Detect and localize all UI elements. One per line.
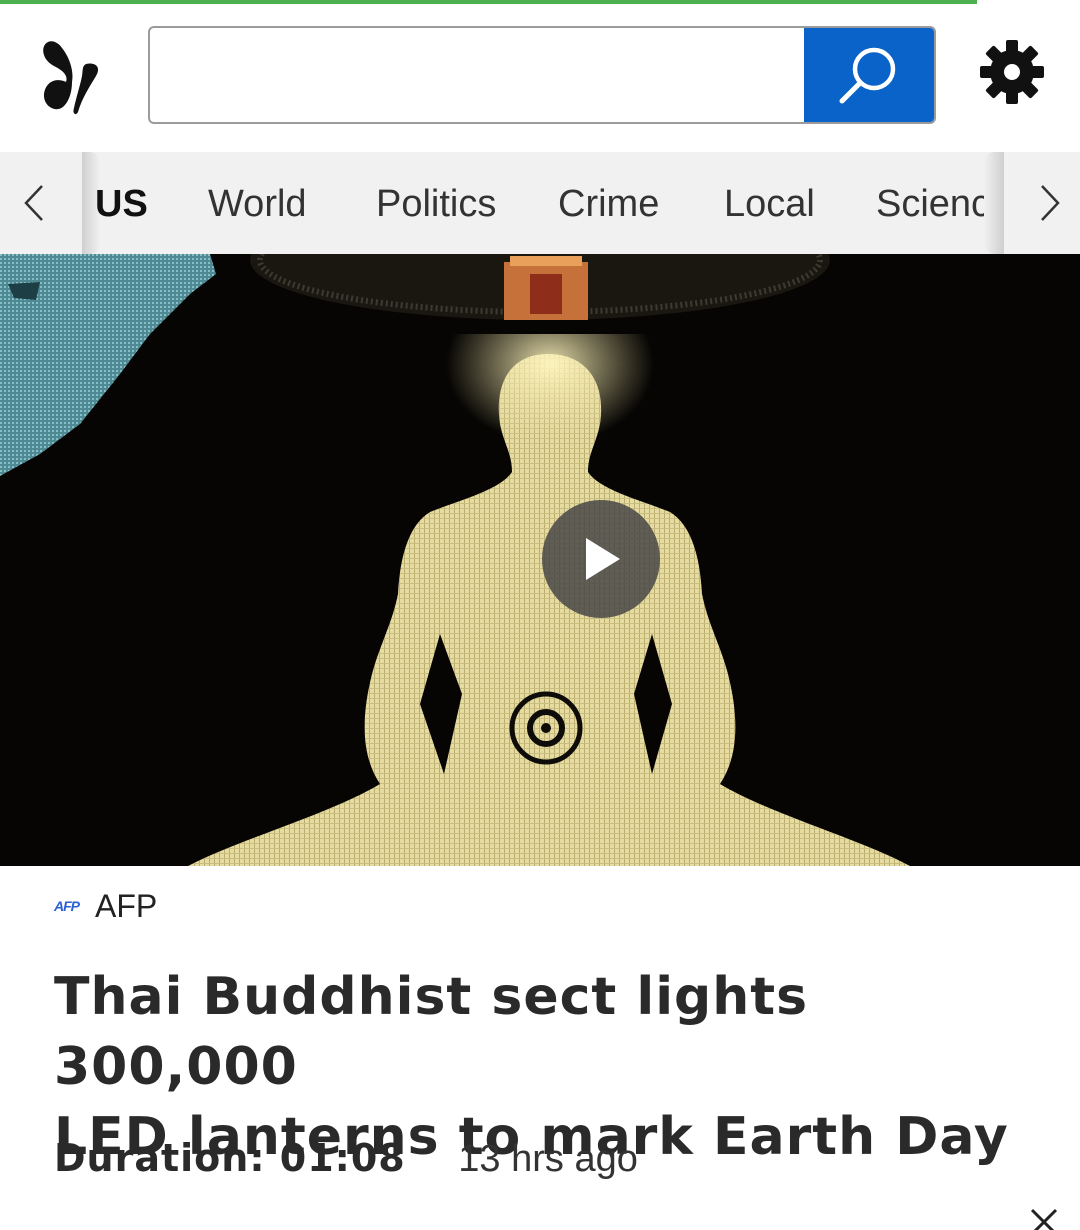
- butterfly-logo-icon[interactable]: [38, 36, 108, 116]
- nav-tabs: US World Politics Crime Local Science: [95, 152, 1003, 254]
- nav-fade-right: [984, 152, 1004, 254]
- category-nav: US World Politics Crime Local Science: [0, 152, 1080, 254]
- publish-age: 13 hrs ago: [458, 1138, 638, 1180]
- article-meta: Duration: 01:08 13 hrs ago: [54, 1134, 638, 1183]
- search-icon: [839, 47, 896, 104]
- source-name: AFP: [95, 887, 158, 924]
- tab-crime[interactable]: Crime: [558, 182, 659, 226]
- gear-icon[interactable]: [978, 38, 1046, 106]
- article-source[interactable]: AFP AFP: [54, 886, 157, 926]
- header: [0, 0, 1080, 152]
- tab-world[interactable]: World: [208, 182, 307, 226]
- nav-scroll-left[interactable]: [14, 178, 54, 228]
- tab-us[interactable]: US: [95, 182, 148, 226]
- nav-scroll-right[interactable]: [1030, 178, 1070, 228]
- tab-politics[interactable]: Politics: [376, 182, 496, 226]
- video-player[interactable]: [0, 254, 1080, 866]
- search-box: [148, 26, 936, 124]
- video-duration: Duration: 01:08: [54, 1136, 406, 1180]
- close-icon[interactable]: [1026, 1200, 1062, 1230]
- play-icon: [586, 538, 620, 580]
- tab-local[interactable]: Local: [724, 182, 815, 226]
- headline-line-1: Thai Buddhist sect lights 300,000: [54, 967, 809, 1097]
- video-thumbnail: [0, 254, 1080, 866]
- search-button[interactable]: [804, 28, 934, 122]
- search-input[interactable]: [150, 28, 806, 122]
- play-button[interactable]: [542, 500, 660, 618]
- chevron-right-icon: [1041, 185, 1060, 221]
- afp-logo-icon: AFP: [54, 898, 80, 914]
- chevron-left-icon: [24, 185, 43, 221]
